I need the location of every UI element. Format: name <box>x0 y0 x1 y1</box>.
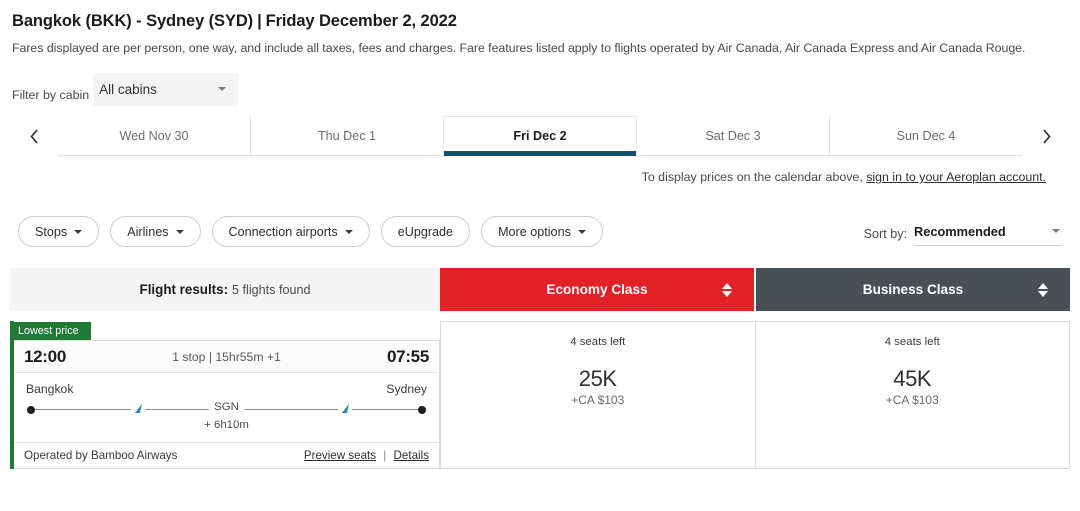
seats-left-economy: 4 seats left <box>570 336 626 348</box>
chevron-down-icon <box>175 229 184 234</box>
date-tab-3[interactable]: Sat Dec 3 <box>637 116 829 155</box>
route-line: SGN <box>26 401 427 418</box>
date-strip-prev-button[interactable] <box>10 116 58 156</box>
origin-city: Bangkok <box>26 382 74 396</box>
signin-notice: To display prices on the calendar above,… <box>10 156 1070 184</box>
sort-toggle-icon[interactable] <box>1038 282 1048 297</box>
cabin-filter-row: Filter by cabin All cabins <box>10 72 1070 106</box>
operated-by-text: Operated by Bamboo Airways <box>24 449 178 462</box>
plane-icon <box>131 402 145 416</box>
triangle-down-icon <box>1038 290 1048 297</box>
flight-summary: 1 stop | 15hr55m +1 <box>172 349 281 364</box>
date-tab-label: Sun Dec 4 <box>896 128 956 143</box>
date-strip: Wed Nov 30 Thu Dec 1 Fri Dec 2 Sat Dec 3… <box>10 116 1070 156</box>
triangle-down-icon <box>722 290 732 297</box>
destination-city: Sydney <box>386 382 427 396</box>
route-diagram: Bangkok Sydney SGN + 6h10m <box>14 373 439 435</box>
date-tab-label: Sat Dec 3 <box>705 128 761 143</box>
filter-bar: Stops Airlines Connection airports eUpgr… <box>10 216 1070 247</box>
fare-disclaimer: Fares displayed are per person, one way,… <box>12 41 1026 55</box>
chevron-down-icon <box>344 229 353 234</box>
filter-label: Airlines <box>127 224 169 239</box>
date-tab-0[interactable]: Wed Nov 30 <box>58 116 250 155</box>
triangle-up-icon <box>722 282 732 289</box>
date-tab-label: Thu Dec 1 <box>317 128 377 143</box>
chevron-left-icon <box>29 128 38 144</box>
filter-airlines-button[interactable]: Airlines <box>110 216 201 247</box>
flight-time-row: 12:00 1 stop | 15hr55m +1 07:55 <box>14 341 439 373</box>
flight-results-summary: Flight results: 5 flights found <box>10 268 440 311</box>
filter-stops-button[interactable]: Stops <box>18 216 100 247</box>
fare-cell-business[interactable]: 4 seats left 45K +CA $103 <box>755 321 1070 469</box>
fare-points-business: 45K <box>893 366 932 391</box>
lowest-price-badge: Lowest price <box>10 322 91 340</box>
flight-card-links: Preview seats | Details <box>304 449 429 462</box>
date-tab-label: Wed Nov 30 <box>119 128 189 143</box>
flight-card: Lowest price 12:00 1 stop | 15hr55m +1 0… <box>10 321 440 469</box>
preview-seats-link[interactable]: Preview seats <box>304 449 376 462</box>
chevron-down-icon <box>74 229 83 234</box>
filter-connection-airports-button[interactable]: Connection airports <box>211 216 370 247</box>
chevron-right-icon <box>1042 128 1051 144</box>
fare-cash-economy: +CA $103 <box>571 393 625 407</box>
filter-label: Stops <box>35 224 68 239</box>
layover-duration: + 6h10m <box>204 419 249 431</box>
link-separator: | <box>383 449 387 462</box>
column-header-label: Business Class <box>862 282 964 297</box>
sort-select[interactable]: Recommended <box>914 218 1062 246</box>
plane-icon <box>338 402 352 416</box>
aeroplan-signin-link[interactable]: sign in to your Aeroplan account. <box>866 170 1046 184</box>
filter-eupgrade-button[interactable]: eUpgrade <box>380 216 471 247</box>
origin-dot-icon <box>27 405 35 414</box>
chevron-down-icon <box>218 87 227 91</box>
filter-label: Connection airports <box>228 224 338 239</box>
chevron-down-icon <box>1052 228 1060 233</box>
filter-label: eUpgrade <box>397 224 454 239</box>
page-title-date: Friday December 2, 2022 <box>265 12 457 30</box>
flight-results-count: 5 flights found <box>232 282 311 297</box>
filter-more-options-button[interactable]: More options <box>481 216 603 247</box>
cabin-filter-value: All cabins <box>99 82 157 97</box>
cabin-filter-label: Filter by cabin <box>12 88 90 102</box>
cabin-filter-select[interactable]: All cabins <box>93 73 239 106</box>
sort-value: Recommended <box>914 223 1006 239</box>
sort-label: Sort by: <box>863 226 907 241</box>
filter-label: More options <box>498 224 571 239</box>
destination-dot-icon <box>418 405 426 414</box>
departure-time: 12:00 <box>24 346 66 366</box>
route-cities: Bangkok Sydney <box>26 382 427 396</box>
chevron-down-icon <box>577 229 586 234</box>
column-header-label: Economy Class <box>546 282 648 297</box>
date-tab-2-active[interactable]: Fri Dec 2 <box>443 116 637 156</box>
connection-airport-code: SGN <box>208 401 245 413</box>
results-header-bar: Flight results: 5 flights found Economy … <box>10 268 1070 311</box>
sort-toggle-icon[interactable] <box>722 282 732 297</box>
signin-notice-text: To display prices on the calendar above, <box>641 170 863 184</box>
date-tabs: Wed Nov 30 Thu Dec 1 Fri Dec 2 Sat Dec 3… <box>58 116 1022 156</box>
date-strip-next-button[interactable] <box>1022 116 1070 156</box>
date-tab-1[interactable]: Thu Dec 1 <box>250 116 443 155</box>
fare-cash-business: +CA $103 <box>885 393 939 407</box>
details-link[interactable]: Details <box>394 449 429 462</box>
triangle-up-icon <box>1038 282 1048 289</box>
page-title-route: Bangkok (BKK) - Sydney (SYD) <box>12 12 254 30</box>
page-title-separator: | <box>257 12 262 30</box>
flight-card-footer: Operated by Bamboo Airways Preview seats… <box>14 442 439 468</box>
fare-points-economy: 25K <box>578 366 617 391</box>
column-header-business[interactable]: Business Class <box>756 268 1070 311</box>
flight-card-body: 12:00 1 stop | 15hr55m +1 07:55 Bangkok … <box>14 340 440 469</box>
page-title: Bangkok (BKK) - Sydney (SYD) | Friday Dece… <box>10 0 1070 31</box>
flight-result-row: Lowest price 12:00 1 stop | 15hr55m +1 0… <box>10 321 1070 469</box>
date-tab-label: Fri Dec 2 <box>513 129 567 143</box>
arrival-time: 07:55 <box>387 346 429 366</box>
flight-results-label: Flight results: <box>139 282 229 297</box>
sort-control: Sort by: Recommended <box>864 218 1070 246</box>
fare-cell-economy[interactable]: 4 seats left 25K +CA $103 <box>440 321 756 469</box>
seats-left-business: 4 seats left <box>884 336 940 348</box>
column-header-economy[interactable]: Economy Class <box>440 268 756 311</box>
date-tab-4[interactable]: Sun Dec 4 <box>829 116 1022 155</box>
